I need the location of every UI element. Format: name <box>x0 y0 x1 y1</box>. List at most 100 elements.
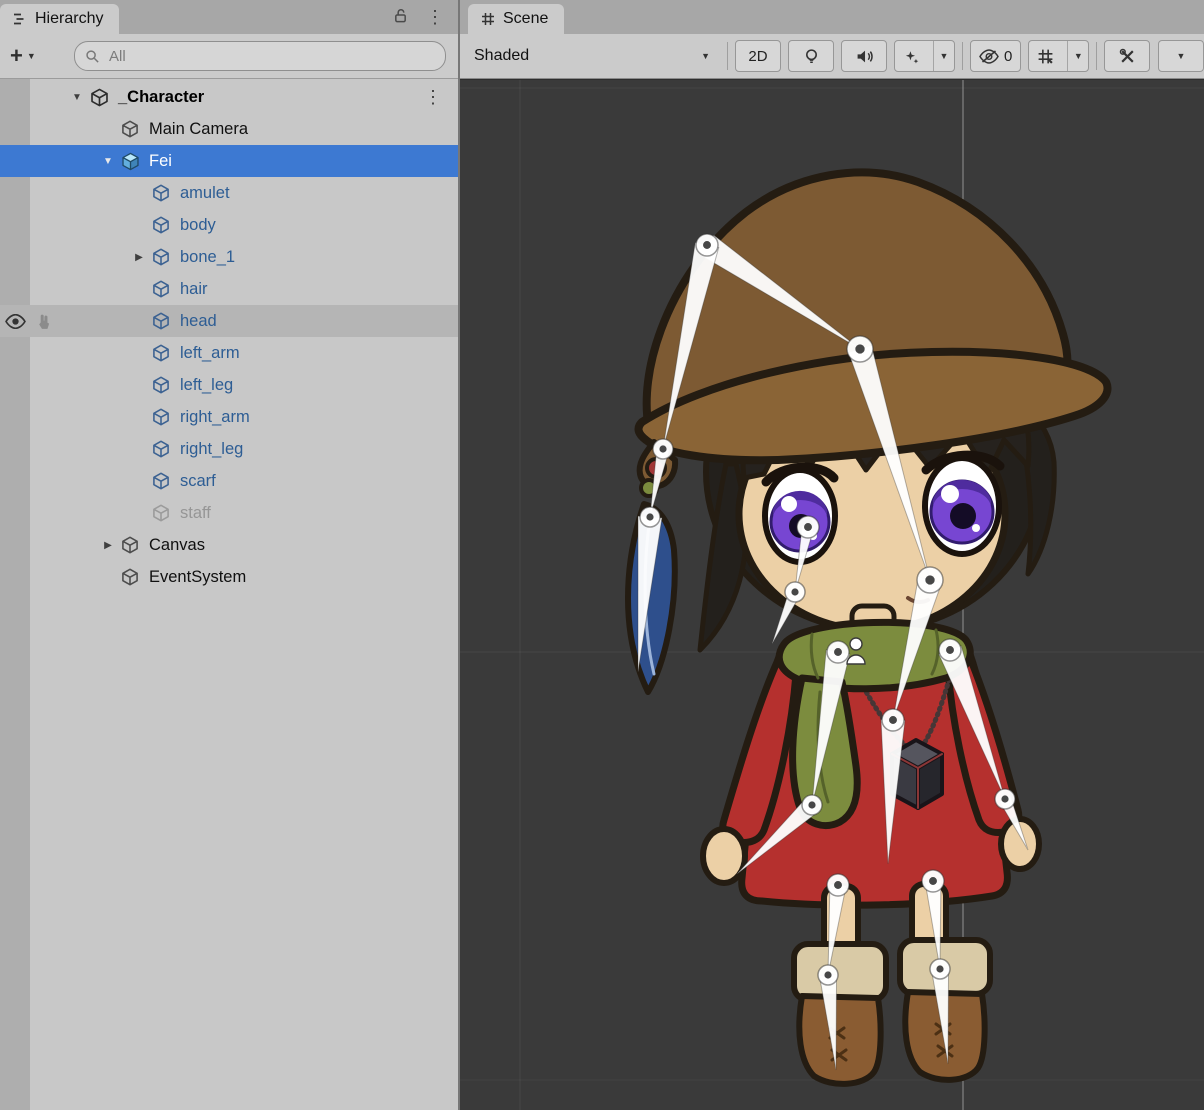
toolbar-separator <box>962 42 963 70</box>
scene-canvas[interactable] <box>460 80 1204 1110</box>
chevron-down-icon[interactable]: ▼ <box>933 41 954 71</box>
tab-hierarchy[interactable]: Hierarchy <box>0 4 119 34</box>
boot-left <box>799 996 880 1084</box>
create-object-button[interactable]: + ▼ <box>10 45 74 67</box>
tree-item-left-leg[interactable]: left_leg <box>0 369 458 401</box>
tree-item-canvas[interactable]: ▶ Canvas <box>0 529 458 561</box>
tree-item-staff[interactable]: staff <box>0 497 458 529</box>
tree-item-label: right_leg <box>180 440 243 459</box>
tab-scene-label: Scene <box>503 10 548 28</box>
tab-scene[interactable]: Scene <box>468 4 564 34</box>
hierarchy-toolbar: + ▼ <box>0 34 458 79</box>
gameobject-icon <box>150 278 172 300</box>
tree-item-scarf[interactable]: scarf <box>0 465 458 497</box>
effects-icon <box>895 41 928 71</box>
chevron-down-icon: ▼ <box>1171 41 1191 71</box>
chevron-down-icon: ▼ <box>27 52 36 61</box>
scene-asset-icon <box>88 86 110 108</box>
lock-icon[interactable] <box>393 7 408 28</box>
foldout-closed-icon[interactable]: ▶ <box>97 540 119 551</box>
tree-item-head[interactable]: head <box>0 305 458 337</box>
plus-icon: + <box>10 45 23 67</box>
tree-item-label: left_arm <box>180 344 240 363</box>
grid-visibility-button[interactable]: ▼ <box>1028 40 1089 72</box>
eye-slash-icon <box>979 49 999 64</box>
scene-grid-icon <box>480 11 496 27</box>
pickability-hand-icon[interactable] <box>36 313 51 330</box>
hand-left <box>703 829 745 883</box>
scene-audio-button[interactable] <box>841 40 887 72</box>
gameobject-icon <box>150 470 172 492</box>
chevron-down-icon: ▼ <box>701 52 710 61</box>
search-input[interactable] <box>107 47 435 66</box>
gameobject-icon <box>150 246 172 268</box>
boot-cuff-left <box>794 944 886 1000</box>
tree-item-label: right_arm <box>180 408 250 427</box>
tree-item-label: scarf <box>180 472 216 491</box>
hierarchy-tree: ▼ _Character ⋮ Main Camera ▼ <box>0 79 458 1110</box>
tree-item-character[interactable]: ▼ _Character ⋮ <box>0 81 458 113</box>
tree-item-hair[interactable]: hair <box>0 273 458 305</box>
tree-item-main-camera[interactable]: Main Camera <box>0 113 458 145</box>
tree-item-amulet[interactable]: amulet <box>0 177 458 209</box>
gameobject-icon <box>119 566 141 588</box>
search-icon <box>85 49 100 64</box>
prefab-icon <box>119 150 141 172</box>
tree-item-right-arm[interactable]: right_arm <box>0 401 458 433</box>
grid-icon <box>1029 41 1062 71</box>
tree-item-body[interactable]: body <box>0 209 458 241</box>
hierarchy-list-icon <box>12 11 28 27</box>
scene-menu-icon[interactable]: ⋮ <box>424 87 442 108</box>
scene-lighting-button[interactable] <box>788 40 834 72</box>
gameobject-icon <box>150 406 172 428</box>
tree-item-label: hair <box>180 280 208 299</box>
eye-right <box>925 455 1000 554</box>
tree-item-right-leg[interactable]: right_leg <box>0 433 458 465</box>
visibility-eye-icon[interactable] <box>5 314 26 329</box>
gameobject-icon <box>150 438 172 460</box>
tree-item-label: Fei <box>149 152 172 171</box>
tree-item-label: EventSystem <box>149 568 246 587</box>
hierarchy-tabbar: Hierarchy ⋮ <box>0 0 458 34</box>
foldout-open-icon[interactable]: ▼ <box>97 156 119 167</box>
chevron-down-icon[interactable]: ▼ <box>1067 41 1088 71</box>
scene-panel: Scene Shaded ▼ 2D <box>460 0 1204 1110</box>
gameobject-icon <box>150 310 172 332</box>
toolbar-separator <box>727 42 728 70</box>
scene-viewport[interactable] <box>460 79 1204 1110</box>
gameobject-icon <box>150 182 172 204</box>
gameobject-icon <box>150 502 172 524</box>
foldout-closed-icon[interactable]: ▶ <box>128 252 150 263</box>
hidden-objects-button[interactable]: 0 <box>970 40 1021 72</box>
tree-item-bone-1[interactable]: ▶ bone_1 <box>0 241 458 273</box>
toolbar-separator <box>1096 42 1097 70</box>
tree-item-label: staff <box>180 504 211 523</box>
gameobject-icon <box>150 214 172 236</box>
tree-item-fei[interactable]: ▼ Fei <box>0 145 458 177</box>
tree-item-label: _Character <box>118 88 204 107</box>
hidden-count-label: 0 <box>1004 48 1012 65</box>
tree-item-label: bone_1 <box>180 248 235 267</box>
draw-mode-dropdown[interactable]: Shaded ▼ <box>468 39 720 73</box>
2d-toggle-button[interactable]: 2D <box>735 40 781 72</box>
tree-item-label: Canvas <box>149 536 205 555</box>
gameobject-icon <box>119 534 141 556</box>
lightbulb-icon <box>803 48 820 65</box>
tree-item-label: head <box>180 312 217 331</box>
scene-toolbar: Shaded ▼ 2D <box>460 34 1204 79</box>
tools-button[interactable] <box>1104 40 1150 72</box>
speaker-icon <box>856 48 873 65</box>
tree-item-label: amulet <box>180 184 230 203</box>
hierarchy-search-field[interactable] <box>74 41 446 71</box>
tree-item-left-arm[interactable]: left_arm <box>0 337 458 369</box>
gameobject-icon <box>150 342 172 364</box>
overflow-dropdown-button[interactable]: ▼ <box>1158 40 1204 72</box>
crossed-tools-icon <box>1119 48 1136 65</box>
tab-hierarchy-label: Hierarchy <box>35 10 103 28</box>
tree-item-eventsystem[interactable]: EventSystem <box>0 561 458 593</box>
foldout-open-icon[interactable]: ▼ <box>66 92 88 103</box>
scene-tabbar: Scene <box>460 0 1204 34</box>
draw-mode-label: Shaded <box>474 47 529 65</box>
scene-effects-button[interactable]: ▼ <box>894 40 955 72</box>
panel-menu-icon[interactable]: ⋮ <box>426 8 444 26</box>
